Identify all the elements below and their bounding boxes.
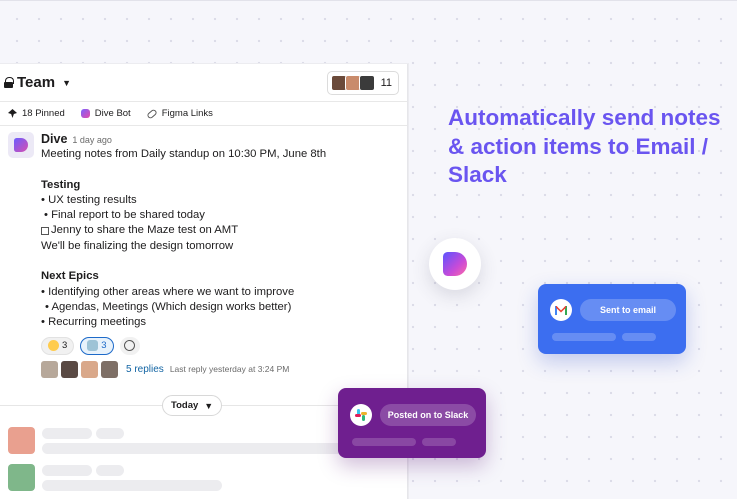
top-border — [0, 0, 737, 1]
message-line: Next Epics — [41, 270, 99, 283]
avatar — [8, 427, 35, 454]
reaction-sunglasses[interactable]: 3 — [41, 336, 75, 355]
thread-summary: 5 replies Last reply yesterday at 3:24 P… — [41, 360, 407, 378]
bookmark-label: Dive Bot — [94, 108, 131, 119]
message-author[interactable]: Dive — [41, 132, 67, 146]
chevron-down-icon: ▼ — [204, 400, 214, 411]
placeholder-bar — [422, 438, 456, 446]
message-time[interactable]: 1 day ago — [72, 135, 112, 145]
slack-badge — [350, 404, 372, 426]
pin-icon — [8, 109, 17, 118]
slack-card: Posted on to Slack — [338, 388, 486, 458]
posted-to-slack-pill: Posted on to Slack — [380, 404, 476, 426]
bookmark-label: Figma Links — [161, 108, 213, 119]
avatar — [101, 360, 118, 378]
message-line: • Agendas, Meetings (Which design works … — [45, 300, 292, 313]
sunglasses-emoji-icon — [48, 340, 59, 352]
dive-bot-icon — [80, 109, 90, 118]
placeholder-bar — [42, 480, 222, 491]
message-header: Dive 1 day ago — [41, 132, 407, 146]
avatar — [81, 360, 98, 378]
placeholder-bar — [42, 443, 372, 454]
date-divider-label: Today — [171, 400, 199, 411]
lock-icon — [4, 77, 14, 88]
replies-link[interactable]: 5 replies — [126, 364, 164, 375]
placeholder-bar — [552, 333, 616, 341]
add-reaction-button[interactable] — [119, 336, 140, 355]
reaction-count: 3 — [101, 340, 107, 352]
avatar — [358, 74, 375, 91]
sent-to-email-pill: Sent to email — [580, 299, 676, 321]
message: Dive 1 day ago Meeting notes from Daily … — [0, 126, 407, 378]
bookmark-figma-links[interactable]: Figma Links — [145, 107, 213, 120]
placeholder-bar — [622, 333, 656, 341]
link-icon — [145, 107, 158, 120]
placeholder-bar — [96, 428, 124, 439]
message-line: Jenny to share the Maze test on AMT — [51, 224, 239, 237]
message-line-checkbox: Jenny to share the Maze test on AMT — [41, 223, 407, 238]
channel-header: Team ▼ 11 — [0, 64, 407, 102]
avatar — [8, 464, 35, 491]
message-line: • Recurring meetings — [41, 316, 147, 329]
bookmarks-bar: 18 Pinned Dive Bot Figma Links — [0, 102, 407, 126]
placeholder-bar — [42, 428, 92, 439]
placeholder-bar — [352, 438, 416, 446]
headline: Automatically send notes & action items … — [448, 105, 721, 187]
reactions-row: 3 3 — [41, 336, 407, 355]
message-line: • UX testing results — [41, 193, 137, 206]
dive-avatar[interactable] — [8, 132, 34, 158]
member-count: 11 — [380, 76, 392, 89]
dive-logo-icon — [14, 138, 28, 152]
gmail-icon — [555, 305, 567, 315]
message-body: Meeting notes from Daily standup on 10:3… — [41, 147, 407, 331]
bookmark-label: 18 Pinned — [22, 108, 65, 119]
date-divider-button[interactable]: Today ▼ — [162, 395, 223, 416]
message-line: • Identifying other areas where we want … — [41, 285, 295, 298]
reaction-robot[interactable]: 3 — [80, 336, 114, 355]
message-line: • Final report to be shared today — [44, 209, 205, 222]
channel-name: Team — [17, 74, 56, 91]
checkbox-icon[interactable] — [41, 226, 49, 235]
bookmark-dive-bot[interactable]: Dive Bot — [80, 108, 131, 119]
slack-icon — [355, 409, 367, 421]
members-button[interactable]: 11 — [326, 70, 399, 95]
dive-logo-icon — [443, 252, 467, 276]
message-line: Testing — [41, 178, 81, 191]
member-avatars — [330, 74, 375, 91]
channel-title-button[interactable]: Team ▼ — [4, 74, 71, 91]
dive-bubble — [429, 238, 481, 290]
message-line: Meeting notes from Daily standup on 10:3… — [41, 148, 327, 160]
chevron-down-icon: ▼ — [62, 77, 71, 88]
email-card: Sent to email — [538, 284, 686, 354]
message-line: We'll be finalizing the design tomorrow — [41, 239, 234, 252]
bookmark-pinned[interactable]: 18 Pinned — [8, 108, 65, 119]
placeholder-bar — [42, 465, 92, 476]
last-reply-text: Last reply yesterday at 3:24 PM — [169, 364, 290, 375]
avatar — [61, 360, 78, 378]
gmail-badge — [550, 299, 572, 321]
thread-avatars — [41, 360, 118, 378]
add-emoji-icon — [124, 340, 136, 352]
robot-emoji-icon — [87, 340, 99, 352]
placeholder-bar — [96, 465, 124, 476]
avatar — [41, 360, 58, 378]
reaction-count: 3 — [62, 340, 68, 352]
